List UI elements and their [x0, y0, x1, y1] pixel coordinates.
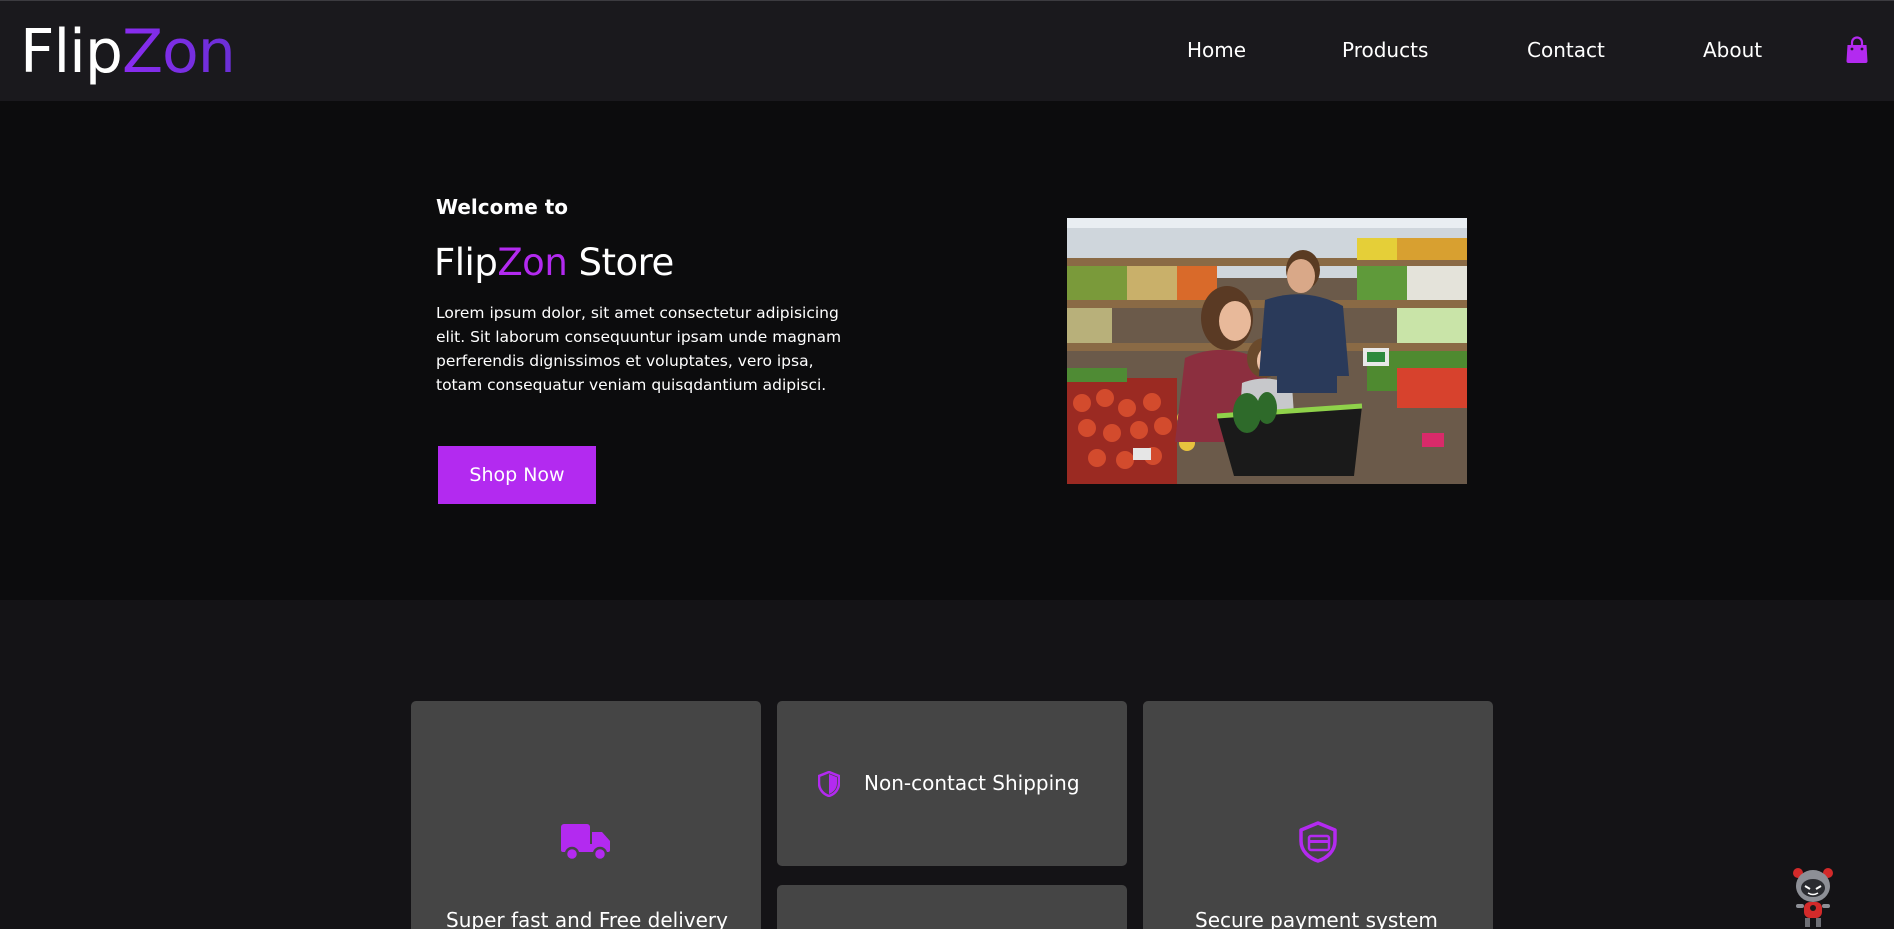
feature-payment-label: Secure payment system: [1195, 908, 1438, 929]
shopping-bag-icon[interactable]: [1845, 36, 1869, 64]
logo-text-accent: Zon: [121, 17, 236, 87]
feature-delivery-label: Super fast and Free delivery: [446, 908, 728, 929]
hero-title-accent: Zon: [497, 241, 568, 284]
logo-text-primary: Flip: [20, 17, 123, 87]
hero-title-primary: Flip: [434, 241, 498, 284]
shield-icon: [818, 771, 840, 797]
site-header: FlipZon Home Products Contact About: [0, 0, 1894, 101]
feature-card-shipping: Non-contact Shipping: [777, 701, 1127, 866]
hero-image: [1067, 218, 1467, 484]
feature-card-extra: [777, 885, 1127, 929]
feature-card-delivery: Super fast and Free delivery: [411, 701, 761, 929]
shop-now-button[interactable]: Shop Now: [438, 446, 596, 504]
feature-shipping-label: Non-contact Shipping: [864, 771, 1080, 795]
nav-contact[interactable]: Contact: [1527, 37, 1605, 63]
hero-welcome: Welcome to: [436, 195, 569, 219]
feature-card-payment: Secure payment system: [1143, 701, 1493, 929]
hero-section: Welcome to FlipZon Store Lorem ipsum dol…: [0, 101, 1894, 600]
page: FlipZon Home Products Contact About Welc…: [0, 0, 1894, 929]
secure-card-icon: [1299, 821, 1337, 863]
hero-title: FlipZon Store: [434, 238, 674, 288]
hero-description: Lorem ipsum dolor, sit amet consectetur …: [436, 304, 842, 394]
logo[interactable]: FlipZon: [20, 17, 236, 87]
nav-home[interactable]: Home: [1187, 37, 1246, 63]
nav-products[interactable]: Products: [1342, 37, 1428, 63]
mascot-widget-icon[interactable]: [1790, 866, 1836, 929]
hero-title-suffix: Store: [567, 241, 675, 284]
nav-about[interactable]: About: [1703, 37, 1762, 63]
truck-icon: [561, 824, 610, 862]
